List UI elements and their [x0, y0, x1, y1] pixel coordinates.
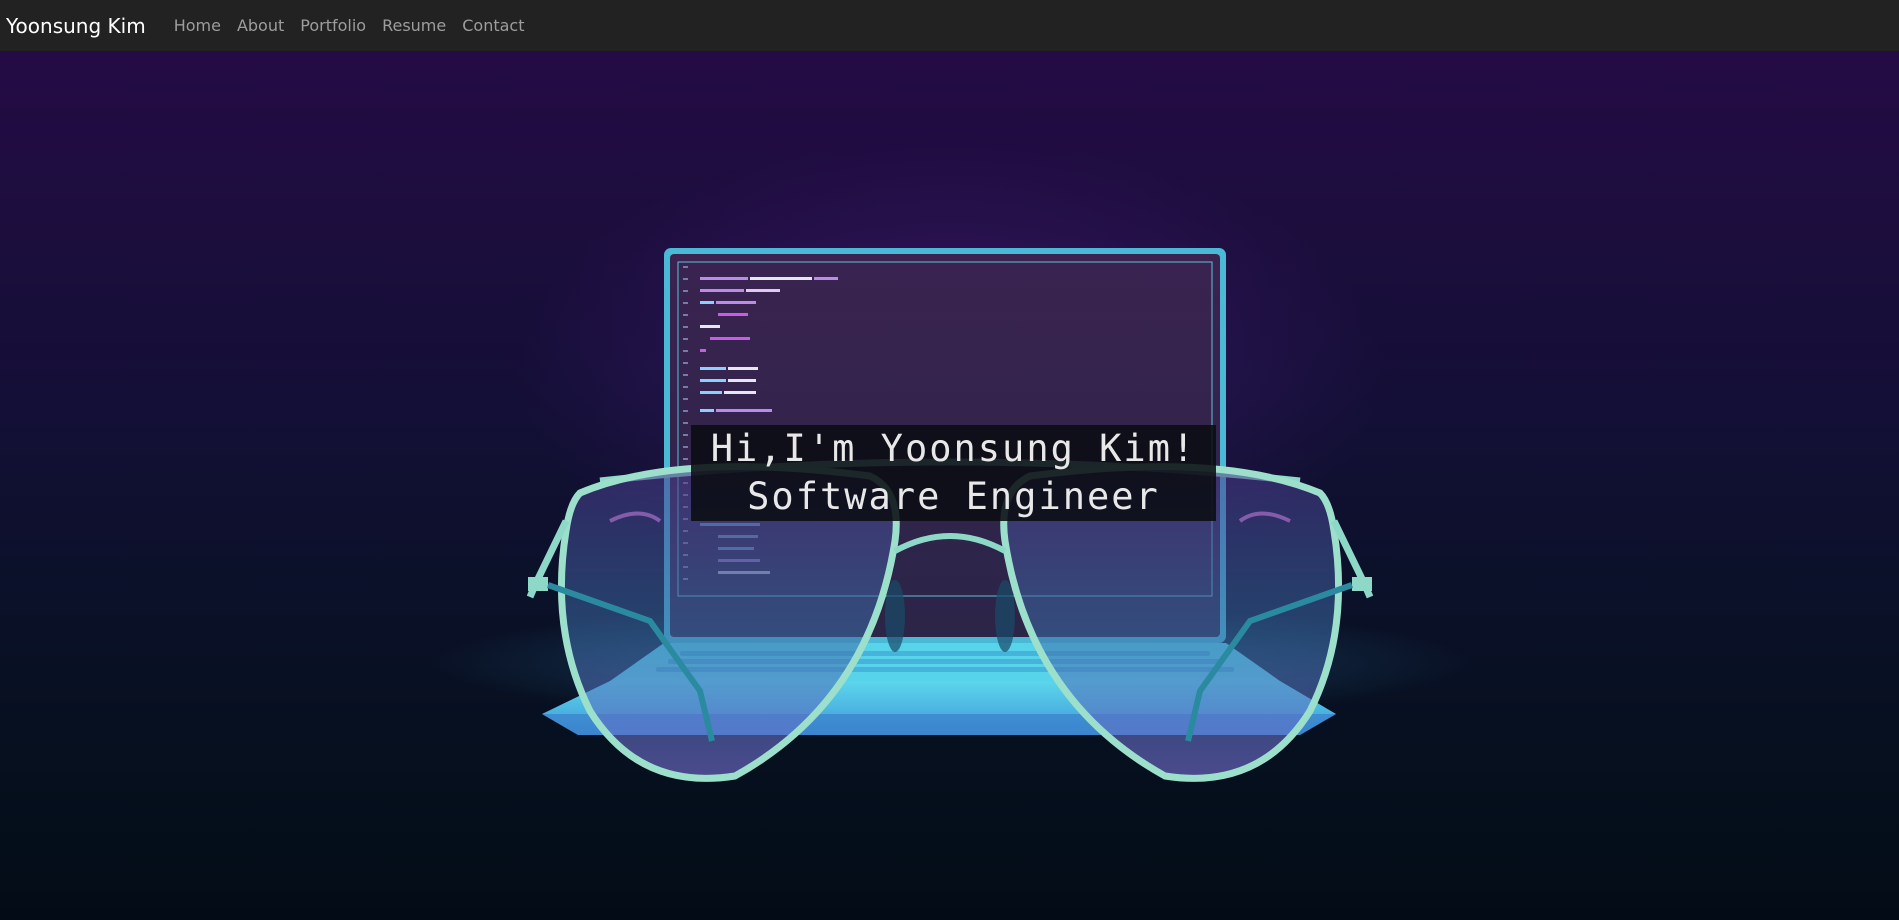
nav-link-resume[interactable]: Resume: [374, 16, 454, 35]
nav-link-contact[interactable]: Contact: [454, 16, 532, 35]
nav-link-portfolio[interactable]: Portfolio: [292, 16, 374, 35]
nav-link-home[interactable]: Home: [166, 16, 229, 35]
hero-role: Software Engineer: [747, 475, 1160, 518]
nav-link-about[interactable]: About: [229, 16, 292, 35]
top-navbar: Yoonsung Kim Home About Portfolio Resume…: [0, 0, 1899, 51]
hero-greeting: Hi,I'm Yoonsung Kim!: [710, 427, 1197, 470]
brand-link[interactable]: Yoonsung Kim: [6, 14, 146, 38]
hero-section: Hi,I'm Yoonsung Kim! Software Engineer: [0, 51, 1899, 920]
nav-links: Home About Portfolio Resume Contact: [166, 16, 533, 35]
hero-title-box: Hi,I'm Yoonsung Kim! Software Engineer: [691, 425, 1216, 521]
